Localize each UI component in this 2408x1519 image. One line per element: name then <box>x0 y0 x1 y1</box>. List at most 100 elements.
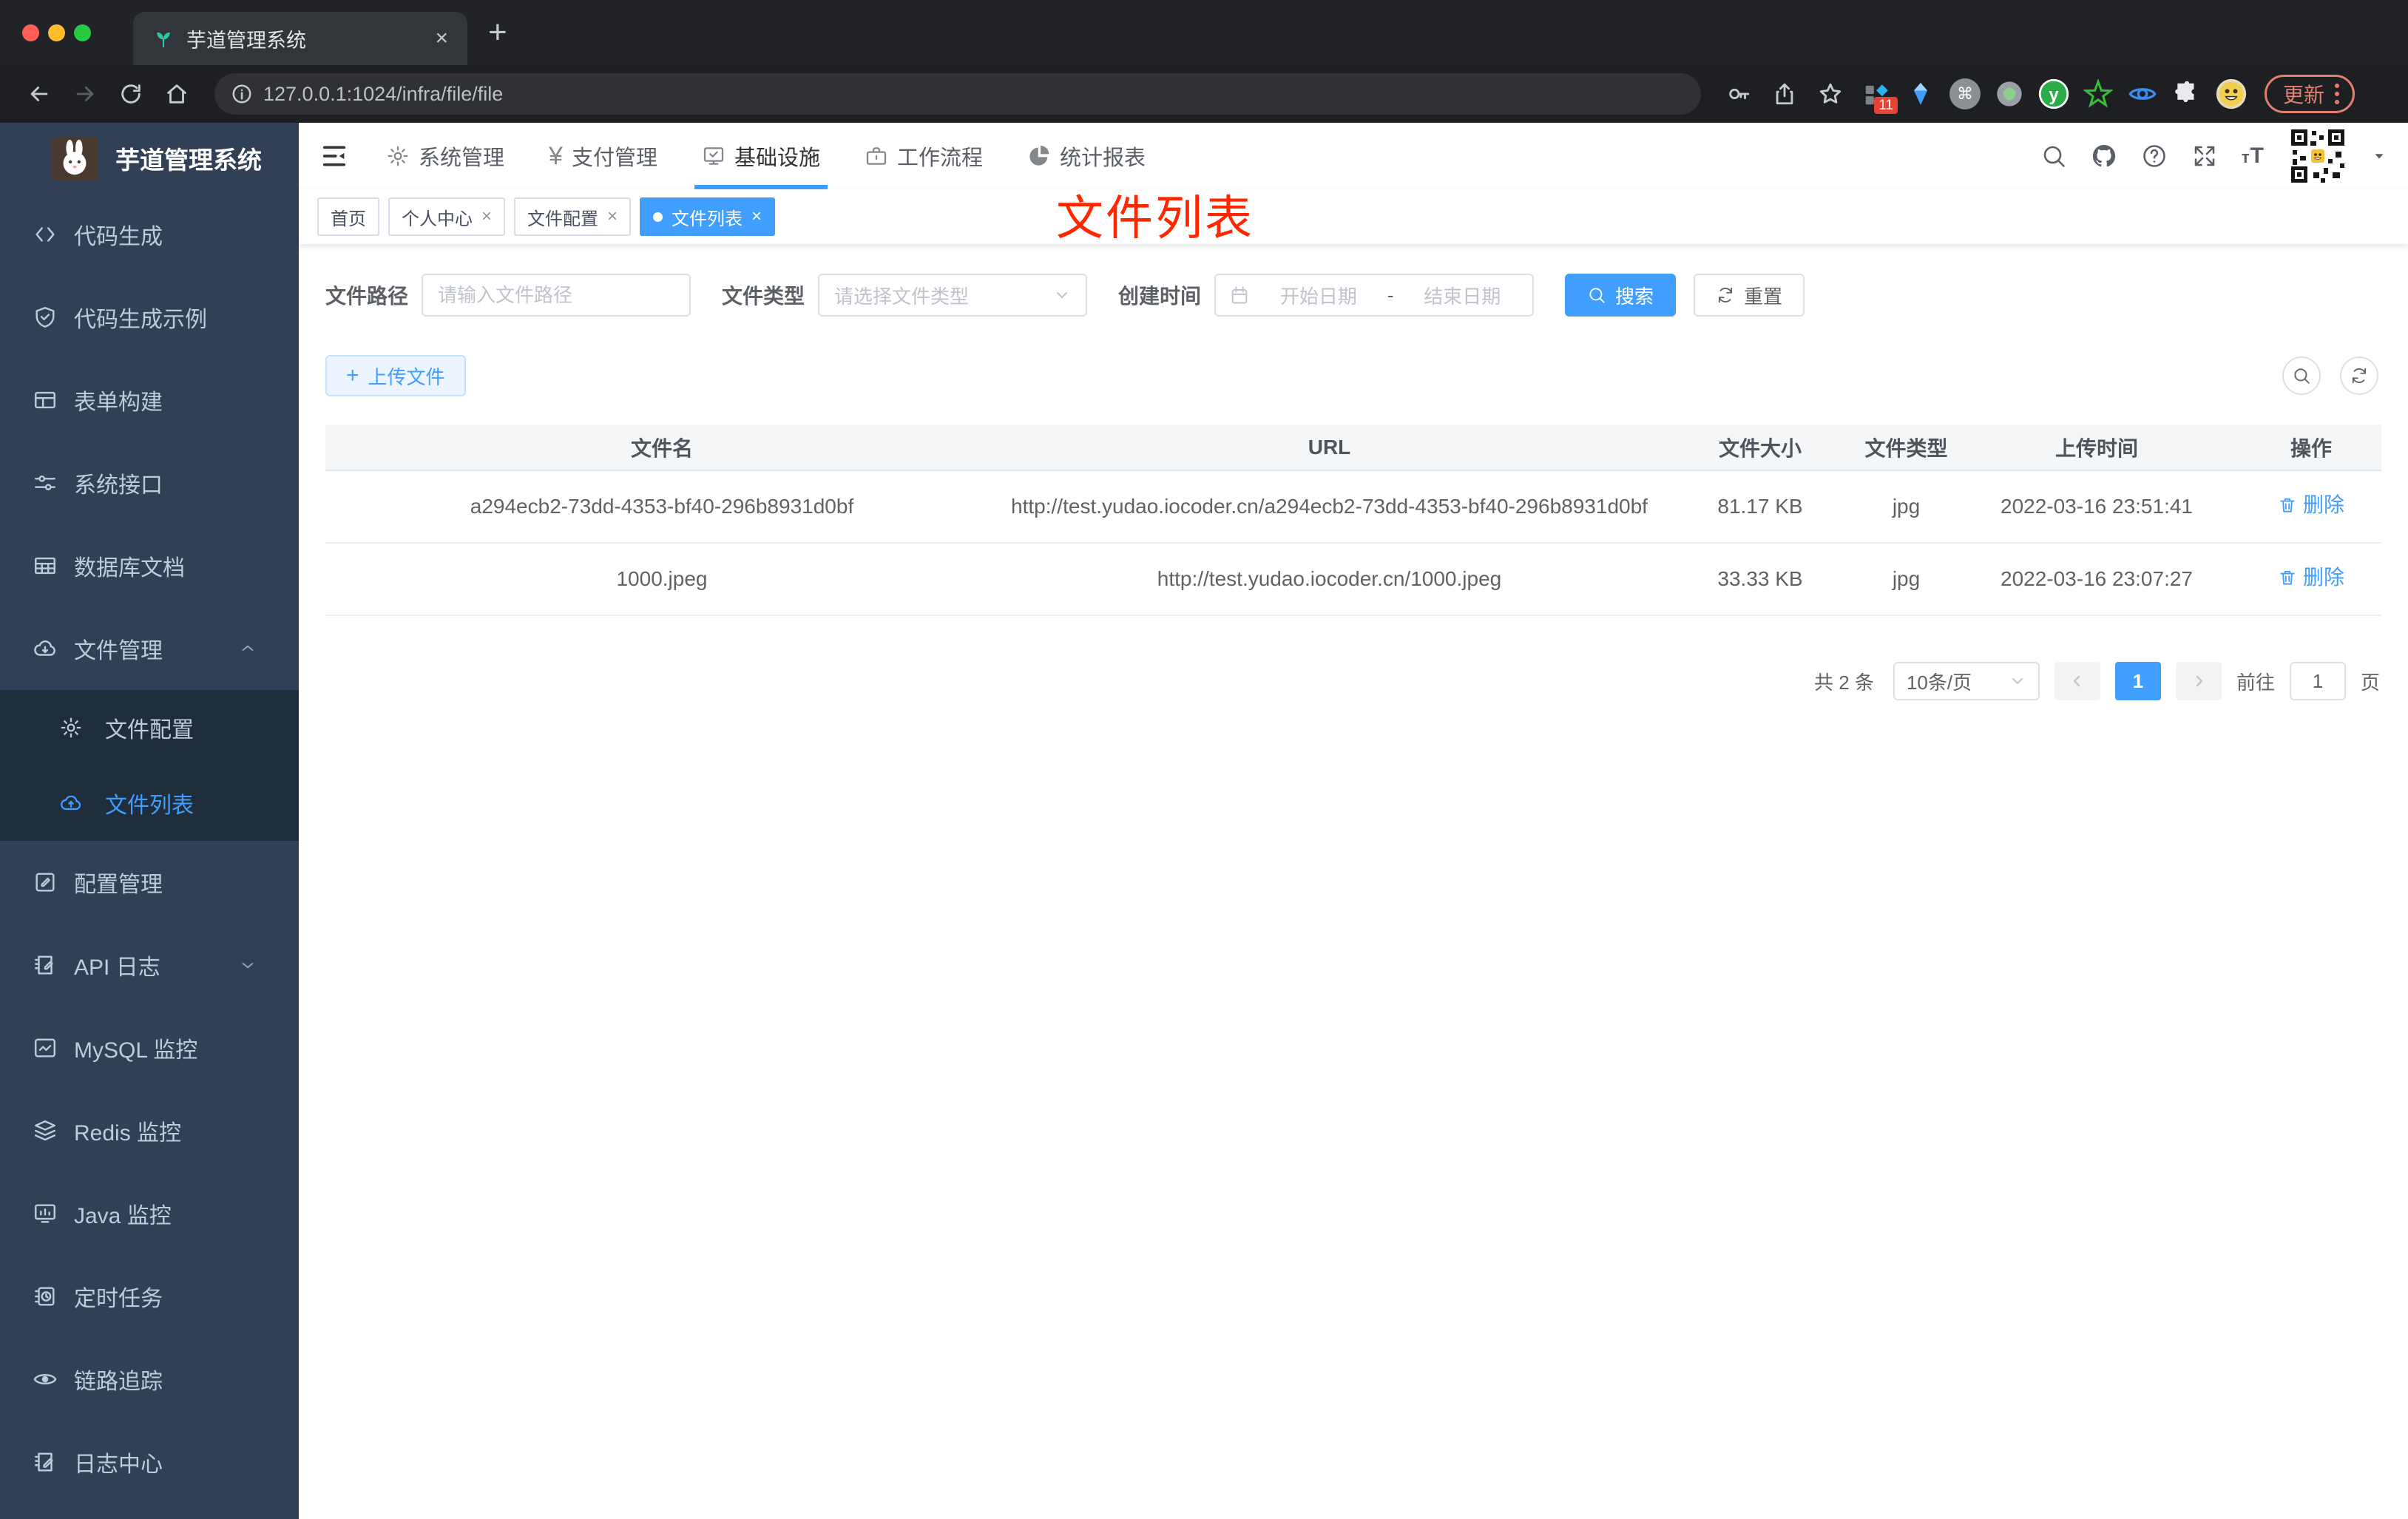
pagination: 共 2 条 10条/页 1 前往 页 <box>325 662 2381 700</box>
tag-home[interactable]: 首页 <box>317 197 379 236</box>
sidebar-item-file-list[interactable]: 文件列表 <box>0 765 299 841</box>
sidebar-item-system-api[interactable]: 系统接口 <box>0 442 299 524</box>
page-size-select[interactable]: 10条/页 <box>1893 662 2040 700</box>
browser-tabstrip: 芋道管理系统 × + <box>0 0 2408 65</box>
sidebar-item-code-demo[interactable]: 代码生成示例 <box>0 276 299 359</box>
sidebar-item-tracing[interactable]: 链路追踪 <box>0 1338 299 1421</box>
help-icon[interactable] <box>2141 143 2168 169</box>
prev-page-button[interactable] <box>2054 662 2100 700</box>
avatar-caret-icon[interactable] <box>2371 148 2387 164</box>
github-icon[interactable] <box>2091 143 2117 169</box>
topnav-system[interactable]: 系统管理 <box>383 123 507 189</box>
tag-close-icon[interactable]: × <box>751 208 762 226</box>
chevron-up-icon <box>242 645 254 652</box>
sidebar-item-java-monitor[interactable]: Java 监控 <box>0 1172 299 1255</box>
extension-eye-icon[interactable] <box>2125 77 2160 111</box>
url-bar[interactable]: 127.0.0.1:1024/infra/file/file <box>214 73 1701 115</box>
tag-file-list[interactable]: 文件列表 × <box>640 197 776 236</box>
log-pen-icon <box>35 1452 53 1472</box>
page-number-1[interactable]: 1 <box>2114 662 2161 700</box>
sidebar-item-db-doc[interactable]: 数据库文档 <box>0 524 299 607</box>
extension-recorder-icon[interactable] <box>1992 77 2026 111</box>
window-minimize-button[interactable] <box>48 24 65 41</box>
extension-star-icon[interactable] <box>2081 77 2115 111</box>
browser-menu-icon[interactable] <box>2335 84 2340 104</box>
collapse-sidebar-icon[interactable] <box>319 141 349 171</box>
date-range-picker[interactable]: 开始日期 - 结束日期 <box>1214 274 1535 317</box>
search-button[interactable]: 搜索 <box>1565 274 1677 317</box>
refresh-table-button[interactable] <box>2340 356 2378 395</box>
topnav-label: 系统管理 <box>419 146 505 170</box>
cloud-upload-icon <box>61 795 81 811</box>
col-url: URL <box>998 424 1660 471</box>
reset-button[interactable]: 重置 <box>1694 274 1805 317</box>
tag-close-icon[interactable]: × <box>481 208 492 226</box>
search-icon[interactable] <box>2040 143 2067 169</box>
filter-path: 文件路径 <box>325 274 691 317</box>
goto-page-input[interactable] <box>2289 662 2346 700</box>
show-search-button[interactable] <box>2282 356 2321 395</box>
tab-close-icon[interactable]: × <box>435 27 448 50</box>
sidebar-logo-row[interactable]: 芋道管理系统 <box>0 123 299 193</box>
file-path-input[interactable] <box>422 274 691 317</box>
window-zoom-button[interactable] <box>74 24 91 41</box>
extension-gem-icon[interactable] <box>1904 77 1938 111</box>
share-icon[interactable] <box>1772 81 1797 106</box>
forward-icon[interactable] <box>72 81 98 106</box>
sidebar-item-label: 定时任务 <box>74 1287 163 1311</box>
reload-icon[interactable] <box>118 81 143 106</box>
app-title: 芋道管理系统 <box>115 146 262 174</box>
header-actions: тT <box>2040 126 2387 186</box>
sidebar-item-file-config[interactable]: 文件配置 <box>0 690 299 765</box>
font-size-icon[interactable]: тT <box>2242 143 2265 169</box>
browser-update-button[interactable]: 更新 <box>2265 75 2355 113</box>
extensions-puzzle-icon[interactable] <box>2170 77 2204 111</box>
goto-unit: 页 <box>2360 671 2380 694</box>
password-key-icon[interactable] <box>1726 81 1751 106</box>
topnav-infrastructure[interactable]: 基础设施 <box>694 123 828 189</box>
fullscreen-icon[interactable] <box>2191 143 2218 169</box>
sidebar-item-code-generation[interactable]: 代码生成 <box>0 193 299 276</box>
bookmark-star-icon[interactable] <box>1818 81 1843 106</box>
sidebar-item-file-management[interactable]: 文件管理 <box>0 607 299 690</box>
sidebar-item-api-log[interactable]: API 日志 <box>0 924 299 1007</box>
table-tools <box>2282 356 2378 395</box>
tag-profile[interactable]: 个人中心 × <box>388 197 506 236</box>
sidebar-item-log-center[interactable]: 日志中心 <box>0 1421 299 1503</box>
sidebar-item-form-builder[interactable]: 表单构建 <box>0 359 299 442</box>
extension-command-icon[interactable]: ⌘ <box>1948 77 1982 111</box>
pagination-total: 共 2 条 <box>1814 671 1874 694</box>
delete-button[interactable]: 删除 <box>2278 561 2344 594</box>
upload-file-button[interactable]: + 上传文件 <box>325 355 466 396</box>
sidebar-item-config-management[interactable]: 配置管理 <box>0 841 299 924</box>
topnav-payment[interactable]: ¥ 支付管理 <box>546 123 660 189</box>
topnav-workflow[interactable]: 工作流程 <box>862 123 986 189</box>
next-page-button[interactable] <box>2175 662 2222 700</box>
tag-file-config[interactable]: 文件配置 × <box>514 197 632 236</box>
file-type-select[interactable]: 请选择文件类型 <box>818 274 1088 317</box>
sidebar-item-label: 表单构建 <box>74 390 163 415</box>
back-icon[interactable] <box>27 81 52 106</box>
delete-button[interactable]: 删除 <box>2278 489 2344 521</box>
user-avatar-qr[interactable] <box>2288 126 2347 186</box>
trash-icon <box>2280 570 2295 585</box>
browser-tab[interactable]: 芋道管理系统 × <box>133 12 467 65</box>
topnav-reports[interactable]: 统计报表 <box>1024 123 1149 189</box>
home-icon[interactable] <box>164 81 189 106</box>
window-controls <box>22 24 91 41</box>
new-tab-button[interactable]: + <box>488 16 507 49</box>
search-icon <box>1589 288 1605 303</box>
sidebar-item-scheduled-jobs[interactable]: 定时任务 <box>0 1255 299 1338</box>
window-close-button[interactable] <box>22 24 39 41</box>
tag-close-icon[interactable]: × <box>607 208 618 226</box>
profile-avatar-icon[interactable] <box>2214 77 2248 111</box>
sidebar-item-mysql-monitor[interactable]: MySQL 监控 <box>0 1007 299 1089</box>
extension-y-icon[interactable]: y <box>2037 77 2071 111</box>
extension-grid-icon[interactable]: 11 <box>1859 77 1898 114</box>
col-type: 文件类型 <box>1860 424 1952 471</box>
monitor-check-icon <box>703 147 724 165</box>
screen: 芋道管理系统 × + 127.0.0.1:1024/infra/file/fil… <box>0 0 2408 1519</box>
sidebar-item-redis-monitor[interactable]: Redis 监控 <box>0 1089 299 1172</box>
form-table-icon <box>35 391 55 409</box>
site-info-icon[interactable] <box>231 83 253 105</box>
